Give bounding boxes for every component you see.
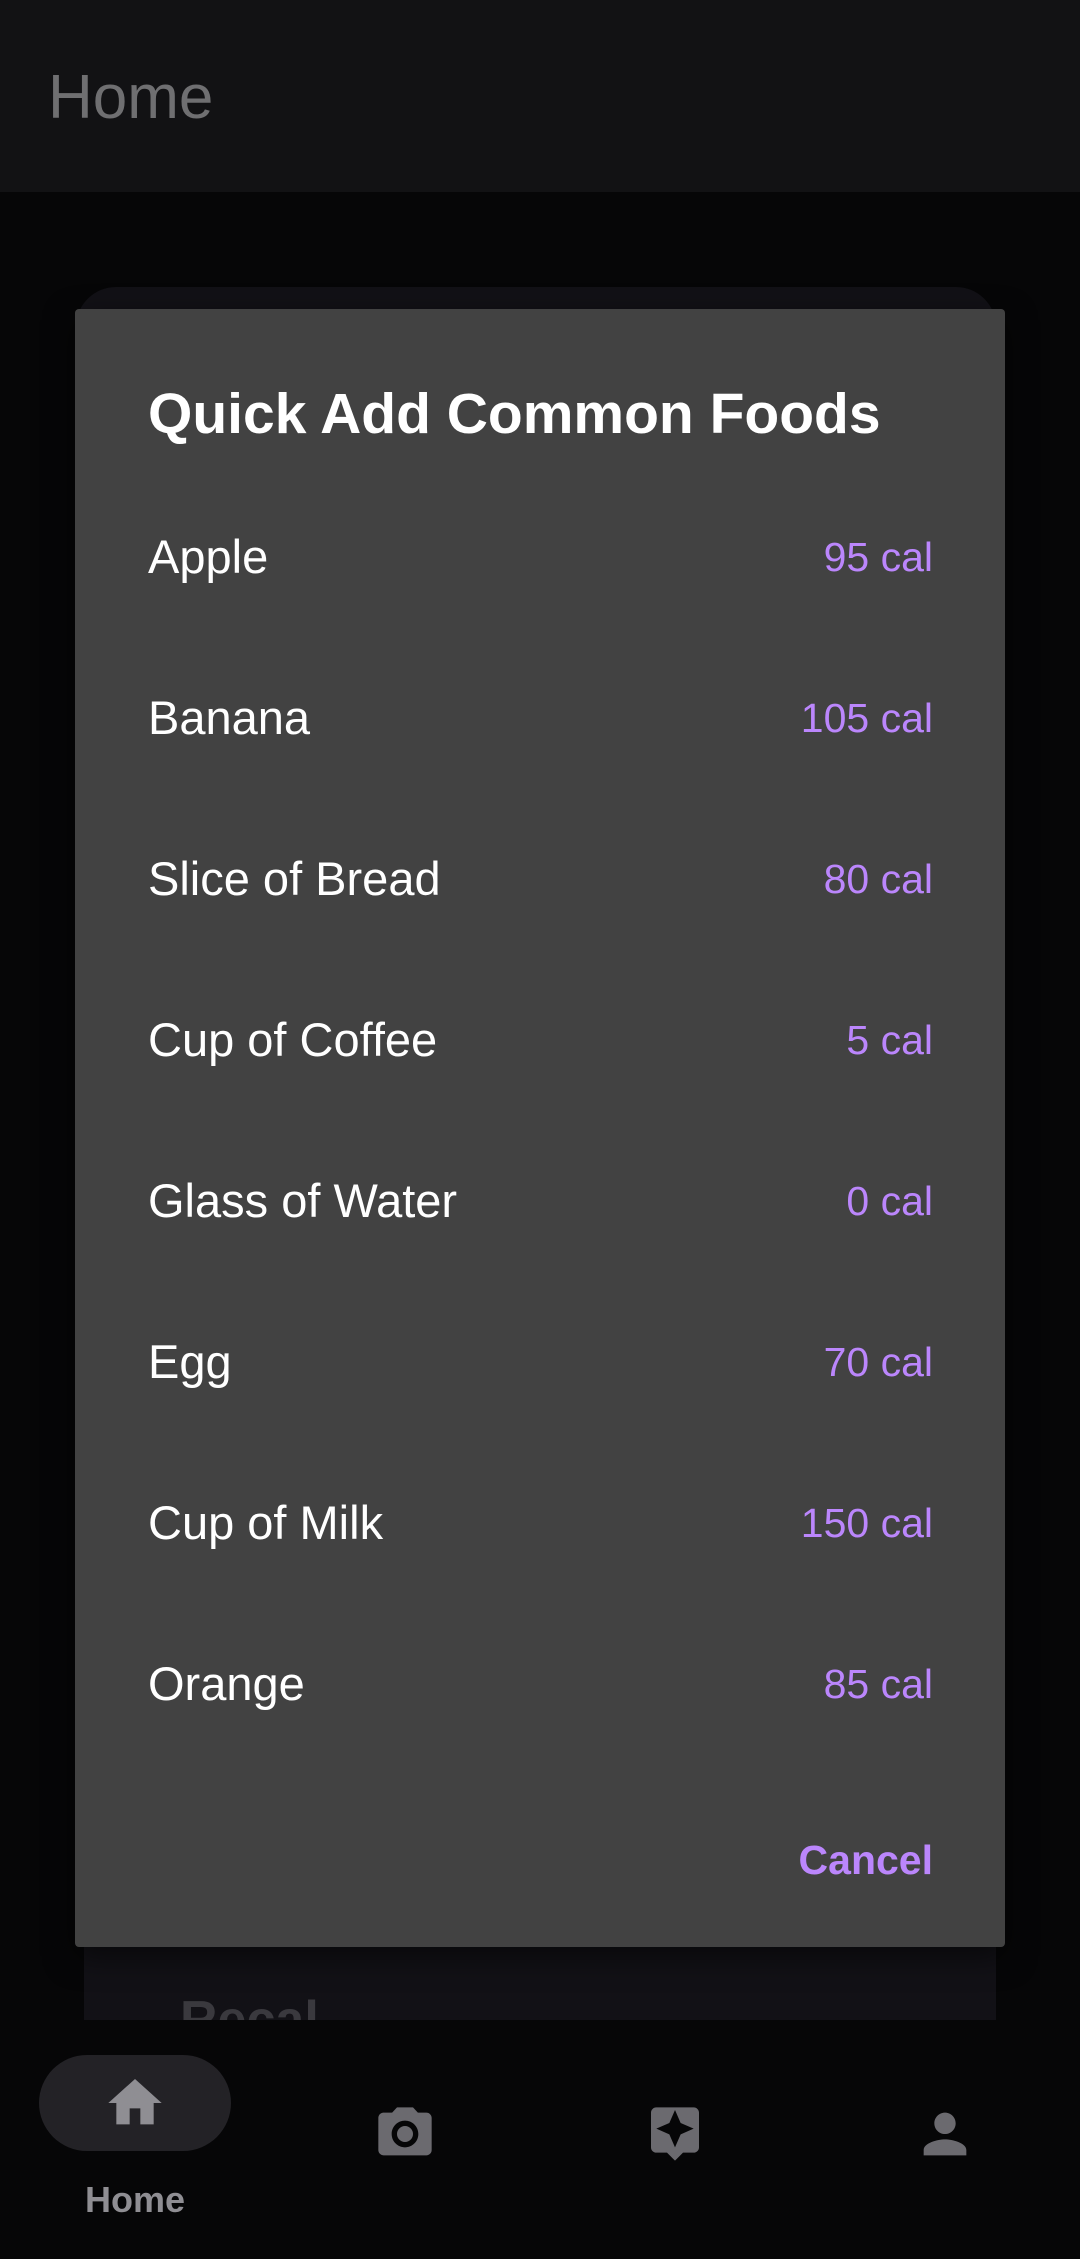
nav-item-ai[interactable] — [540, 2020, 810, 2259]
food-name: Orange — [148, 1656, 305, 1710]
food-name: Cup of Coffee — [148, 1012, 438, 1066]
background-card-title: Recal — [180, 1991, 319, 2020]
nav-item-home[interactable]: Home — [0, 2020, 270, 2259]
food-item-milk[interactable]: Cup of Milk 150 cal — [75, 1442, 1005, 1603]
food-name: Banana — [148, 690, 311, 744]
food-calories: 105 cal — [800, 694, 933, 741]
top-app-bar: Home — [0, 0, 1080, 192]
food-item-bread[interactable]: Slice of Bread 80 cal — [75, 798, 1005, 959]
food-name: Apple — [148, 529, 269, 583]
sparkle-icon — [651, 2107, 699, 2161]
food-list: Apple 95 cal Banana 105 cal Slice of Bre… — [75, 476, 1005, 1764]
dialog-title: Quick Add Common Foods — [148, 382, 881, 446]
food-name: Slice of Bread — [148, 851, 441, 905]
bottom-navigation: Home — [0, 2020, 1080, 2259]
food-name: Egg — [148, 1334, 232, 1388]
food-item-banana[interactable]: Banana 105 cal — [75, 637, 1005, 798]
food-name: Glass of Water — [148, 1173, 458, 1227]
food-calories: 150 cal — [800, 1499, 933, 1546]
food-calories: 80 cal — [823, 855, 933, 902]
background-card-partial: Recal — [84, 1940, 996, 2020]
food-calories: 5 cal — [846, 1016, 933, 1063]
camera-icon — [378, 2107, 432, 2156]
nav-item-profile[interactable] — [810, 2020, 1080, 2259]
food-name: Cup of Milk — [148, 1495, 384, 1549]
cancel-button[interactable]: Cancel — [799, 1832, 933, 1888]
nav-item-camera[interactable] — [270, 2020, 540, 2259]
food-calories: 0 cal — [846, 1177, 933, 1224]
food-item-apple[interactable]: Apple 95 cal — [75, 476, 1005, 637]
nav-item-label: Home — [84, 2179, 186, 2220]
food-calories: 95 cal — [823, 533, 933, 580]
person-icon — [923, 2112, 967, 2156]
quick-add-dialog: Quick Add Common Foods Apple 95 cal Bana… — [75, 309, 1005, 1947]
food-item-egg[interactable]: Egg 70 cal — [75, 1281, 1005, 1442]
food-item-water[interactable]: Glass of Water 0 cal — [75, 1120, 1005, 1281]
food-calories: 70 cal — [823, 1338, 933, 1385]
home-icon — [108, 2079, 162, 2125]
food-calories: 85 cal — [823, 1660, 933, 1707]
page-title: Home — [48, 63, 214, 132]
food-item-coffee[interactable]: Cup of Coffee 5 cal — [75, 959, 1005, 1120]
food-item-orange[interactable]: Orange 85 cal — [75, 1603, 1005, 1764]
